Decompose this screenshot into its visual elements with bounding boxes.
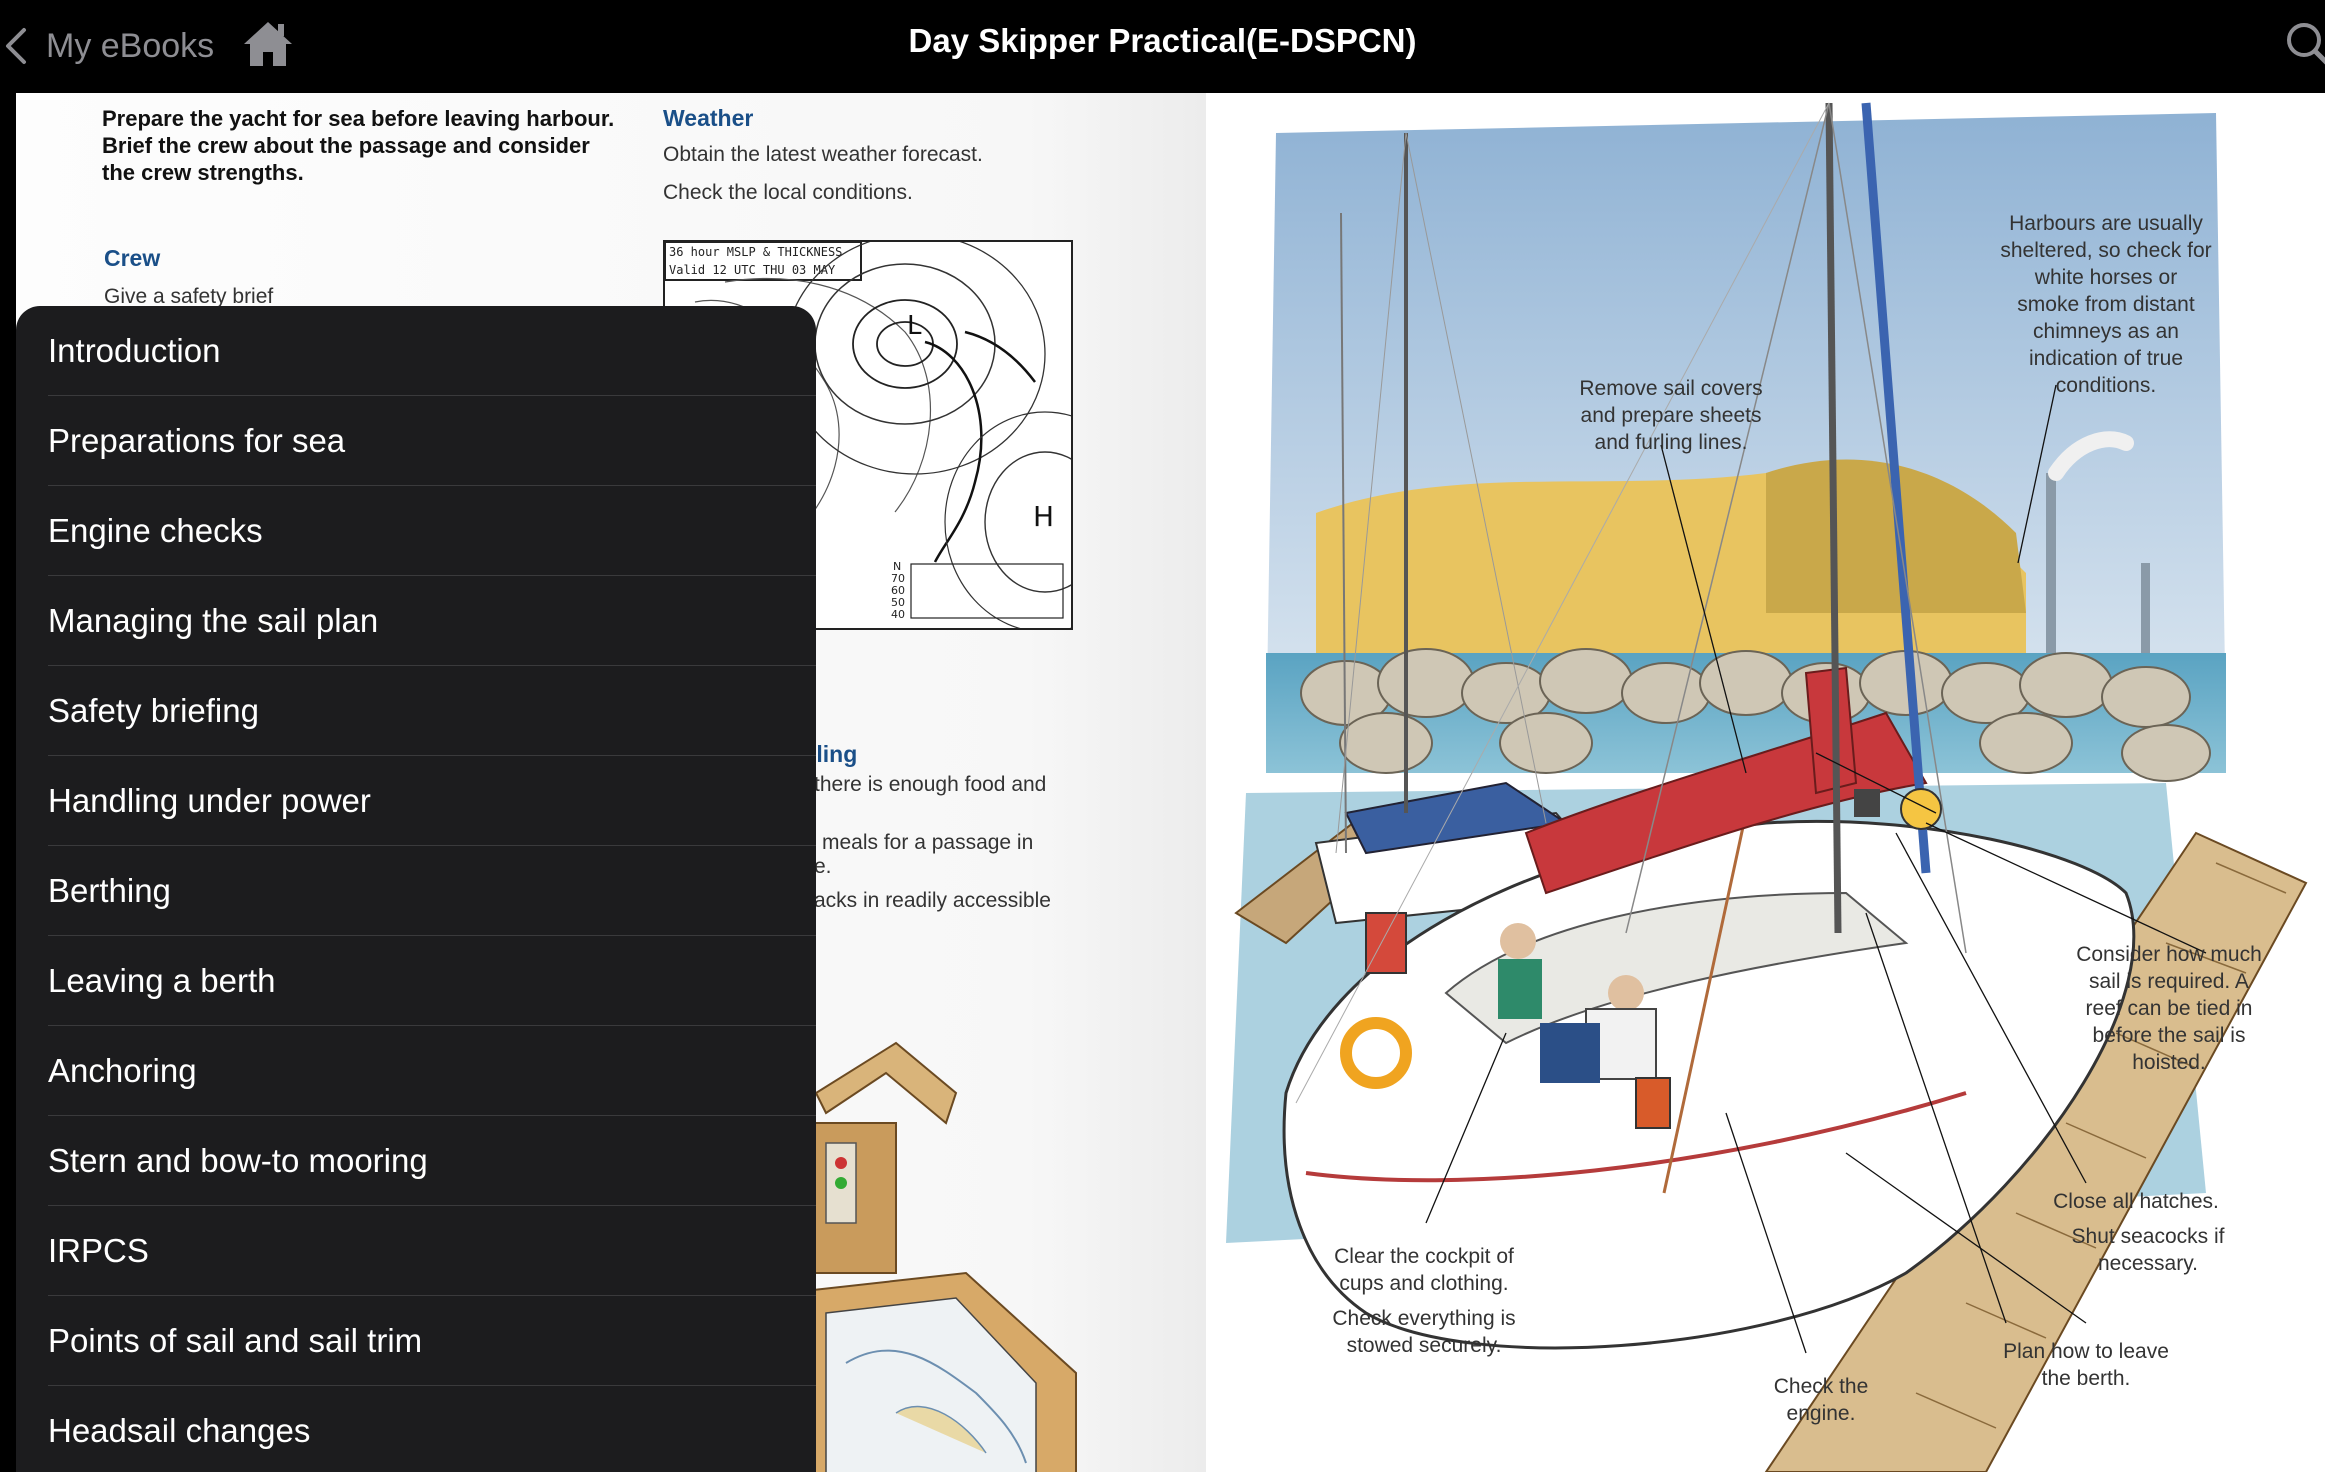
callout-sail-covers: Remove sail covers and prepare sheets and … — [1579, 377, 1763, 454]
toc-item-anchoring[interactable]: Anchoring — [48, 1026, 816, 1116]
intro-paragraph: Prepare the yacht for sea before leaving… — [102, 106, 615, 185]
victualling-line-2: meals for a passage in — [822, 831, 1034, 854]
callout-harbours: Harbours are usually sheltered, so check … — [2000, 212, 2212, 397]
callout-seacocks: Shut seacocks if necessary. — [2071, 1225, 2225, 1275]
weather-map-high-label: H — [1033, 500, 1054, 533]
callout-hatches: Close all hatches. — [2053, 1190, 2219, 1213]
toc-item-engine-checks[interactable]: Engine checks — [48, 486, 816, 576]
toc-item-points-of-sail-and-sail-trim[interactable]: Points of sail and sail trim — [48, 1296, 816, 1386]
weather-map-caption-2: Valid 12 UTC THU 03 MAY — [669, 263, 836, 277]
top-navigation-bar: My eBooks Day Skipper Practical(E-DSPCN) — [0, 0, 2325, 93]
weather-map-scale-40: 40 — [891, 608, 905, 621]
weather-line-1: Obtain the latest weather forecast. — [663, 143, 983, 166]
table-of-contents-menu: Introduction Preparations for sea Engine… — [16, 306, 816, 1472]
toc-item-irpcs[interactable]: IRPCS — [48, 1206, 816, 1296]
chart-table-illustration — [786, 1041, 1077, 1472]
callout-cockpit: Clear the cockpit of cups and clothing. — [1334, 1245, 1514, 1295]
search-icon[interactable] — [2278, 16, 2325, 72]
victualling-heading: lling — [810, 741, 858, 767]
toc-item-berthing[interactable]: Berthing — [48, 846, 816, 936]
weather-map-low-label: L — [907, 311, 922, 341]
book-title: Day Skipper Practical(E-DSPCN) — [908, 22, 1417, 59]
toc-item-headsail-changes[interactable]: Headsail changes — [48, 1386, 816, 1472]
toc-item-safety-briefing[interactable]: Safety briefing — [48, 666, 816, 756]
weather-heading: Weather — [663, 105, 754, 131]
callout-engine: Check the engine. — [1773, 1375, 1869, 1425]
toc-item-handling-under-power[interactable]: Handling under power — [48, 756, 816, 846]
callout-leave-berth: Plan how to leave the berth. — [2003, 1340, 2169, 1390]
victualling-line-1: there is enough food and — [814, 773, 1047, 796]
crew-heading: Crew — [104, 245, 161, 271]
toc-item-leaving-a-berth[interactable]: Leaving a berth — [48, 936, 816, 1026]
weather-map-caption-1: 36 hour MSLP & THICKNESS — [669, 245, 842, 259]
victualling-line-3: e. — [814, 855, 832, 878]
toc-item-stern-and-bow-to-mooring[interactable]: Stern and bow-to mooring — [48, 1116, 816, 1206]
toc-item-preparations-for-sea[interactable]: Preparations for sea — [48, 396, 816, 486]
toc-item-introduction[interactable]: Introduction — [48, 306, 816, 396]
callout-stowed: Check everything is stowed securely. — [1332, 1307, 1516, 1357]
callout-reef: Consider how much sail is required. Areef… — [2076, 943, 2262, 1074]
weather-line-2: Check the local conditions. — [663, 181, 913, 204]
toc-item-managing-the-sail-plan[interactable]: Managing the sail plan — [48, 576, 816, 666]
victualling-line-4: acks in readily accessible — [814, 889, 1051, 912]
